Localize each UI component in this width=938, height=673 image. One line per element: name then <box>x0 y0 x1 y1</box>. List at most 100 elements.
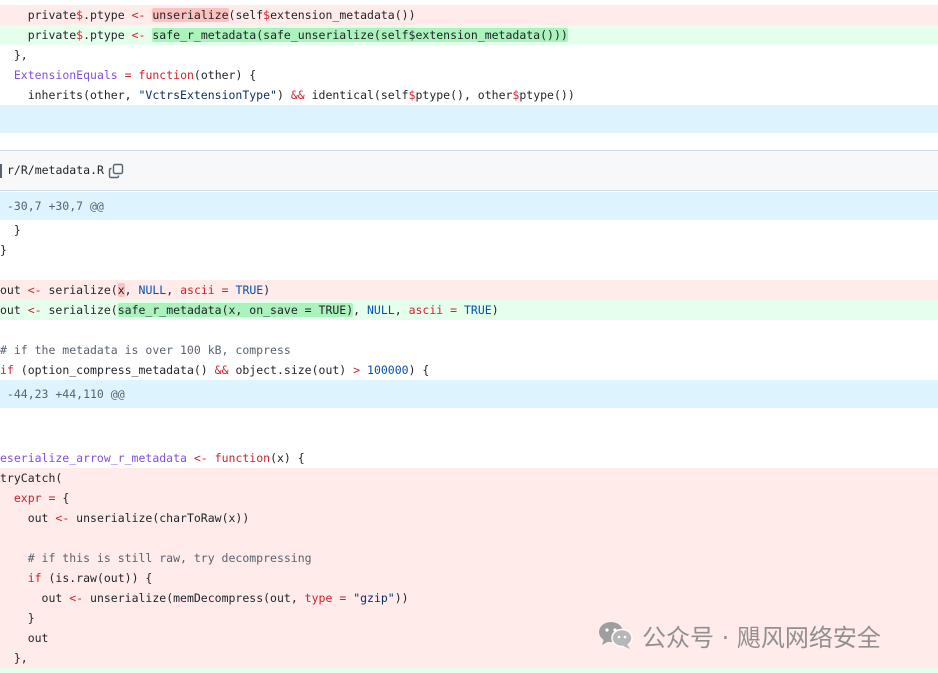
code-token: (self <box>228 8 264 22</box>
deleted-line: private$.ptype <- unserialize(self$exten… <box>0 5 938 25</box>
deleted-line: expr = { <box>0 488 938 508</box>
code-token: x <box>117 283 125 297</box>
code-token: <- <box>193 451 208 465</box>
code-token: tryCatch( <box>0 471 63 485</box>
code-token: unserialize <box>152 8 229 22</box>
added-line: private$.ptype <- safe_r_metadata(safe_u… <box>0 25 938 45</box>
context-line: } <box>0 240 938 260</box>
code-token: function <box>214 451 271 465</box>
code-token: ) <box>491 303 499 317</box>
code-token: <- <box>131 8 146 22</box>
code-token: serialize( <box>41 283 118 297</box>
hunk-header[interactable]: -44,23 +44,110 @@ <box>0 380 938 408</box>
code-token: <- <box>27 283 42 297</box>
code-token: ascii <box>408 303 444 317</box>
code-token: "VctrsExtensionType" <box>138 88 277 102</box>
code-token: = <box>221 283 229 297</box>
deleted-line: out <- serialize(x, NULL, ascii = TRUE) <box>0 280 938 300</box>
code-token: , <box>166 283 181 297</box>
deleted-line: # if this is still raw, try decompressin… <box>0 548 938 568</box>
code-token: }, <box>0 48 28 62</box>
code-token: (is.raw(out)) { <box>41 571 153 585</box>
code-token: (option_compress_metadata() <box>13 363 215 377</box>
hunk-expander[interactable] <box>0 105 938 133</box>
code-token: unserialize(charToRaw(x)) <box>69 511 250 525</box>
context-line <box>0 428 938 448</box>
code-token: , <box>124 283 139 297</box>
copy-icon[interactable] <box>108 163 124 179</box>
code-token: safe_r_metadata(safe_unserialize(self$ex… <box>152 28 568 42</box>
code-token: object.size(out) <box>228 363 354 377</box>
code-token: out <box>0 591 70 605</box>
wechat-icon <box>599 622 633 649</box>
deleted-line: tryCatch( <box>0 468 938 488</box>
code-token: # if this is still raw, try decompressin… <box>0 551 312 565</box>
code-token: .ptype <box>83 28 132 42</box>
code-token: if <box>27 571 42 585</box>
deleted-line: out <- unserialize(charToRaw(x)) <box>0 508 938 528</box>
code-token: out <box>0 511 56 525</box>
file-header: r/R/metadata.R <box>0 150 938 191</box>
code-token: NULL <box>138 283 167 297</box>
code-token: "gzip" <box>353 591 395 605</box>
hunk-header[interactable]: -30,7 +30,7 @@ <box>0 192 938 220</box>
code-token: } <box>0 223 21 237</box>
code-token: )) <box>394 591 409 605</box>
code-token: <- <box>55 511 70 525</box>
context-line: eserialize_arrow_r_metadata <- function(… <box>0 448 938 468</box>
file-path[interactable]: r/R/metadata.R <box>7 151 104 190</box>
watermark-text: 公众号 · 飓风网络安全 <box>642 623 881 652</box>
code-token: unserialize(memDecompress(out, <box>83 591 305 605</box>
code-token: <- <box>69 591 84 605</box>
code-token: ExtensionEquals <box>13 68 118 82</box>
code-token: ) <box>263 283 271 297</box>
code-token: <- <box>131 28 146 42</box>
code-token: ) { <box>408 363 430 377</box>
code-token: type <box>304 591 333 605</box>
code-token: <- <box>27 303 42 317</box>
code-token: , <box>394 303 409 317</box>
code-token: && <box>214 363 229 377</box>
code-token: function <box>138 68 194 82</box>
code-token: extension_metadata()) <box>270 8 416 22</box>
deleted-line <box>0 528 938 548</box>
code-token: ) <box>276 88 291 102</box>
code-token: identical(self <box>304 88 409 102</box>
code-token: out <box>0 283 28 297</box>
code-token: (other) { <box>193 68 257 82</box>
code-token: ptype()) <box>519 88 575 102</box>
code-token: private <box>0 8 77 22</box>
code-token: out <box>0 631 49 645</box>
code-token: TRUE <box>235 283 264 297</box>
code-token: if <box>0 363 14 377</box>
code-token: } <box>0 611 35 625</box>
diff-line-partial <box>0 668 938 673</box>
code-token: = <box>124 68 132 82</box>
code-token: # if the metadata is over 100 kB, compre… <box>0 343 291 357</box>
context-line <box>0 260 938 280</box>
code-token: && <box>290 88 305 102</box>
code-token: 100000 <box>367 363 409 377</box>
code-token: out <box>0 303 28 317</box>
context-line: } <box>0 220 938 240</box>
watermark: 公众号 · 飓风网络安全 <box>598 617 881 653</box>
code-token: .ptype <box>83 8 132 22</box>
deleted-line: if (is.raw(out)) { <box>0 568 938 588</box>
context-line: # if the metadata is over 100 kB, compre… <box>0 340 938 360</box>
code-token: eserialize_arrow_r_metadata <box>0 451 187 465</box>
code-token: inherits(other, <box>0 88 139 102</box>
context-line: inherits(other, "VctrsExtensionType") &&… <box>0 85 938 105</box>
code-token: expr <box>13 491 42 505</box>
